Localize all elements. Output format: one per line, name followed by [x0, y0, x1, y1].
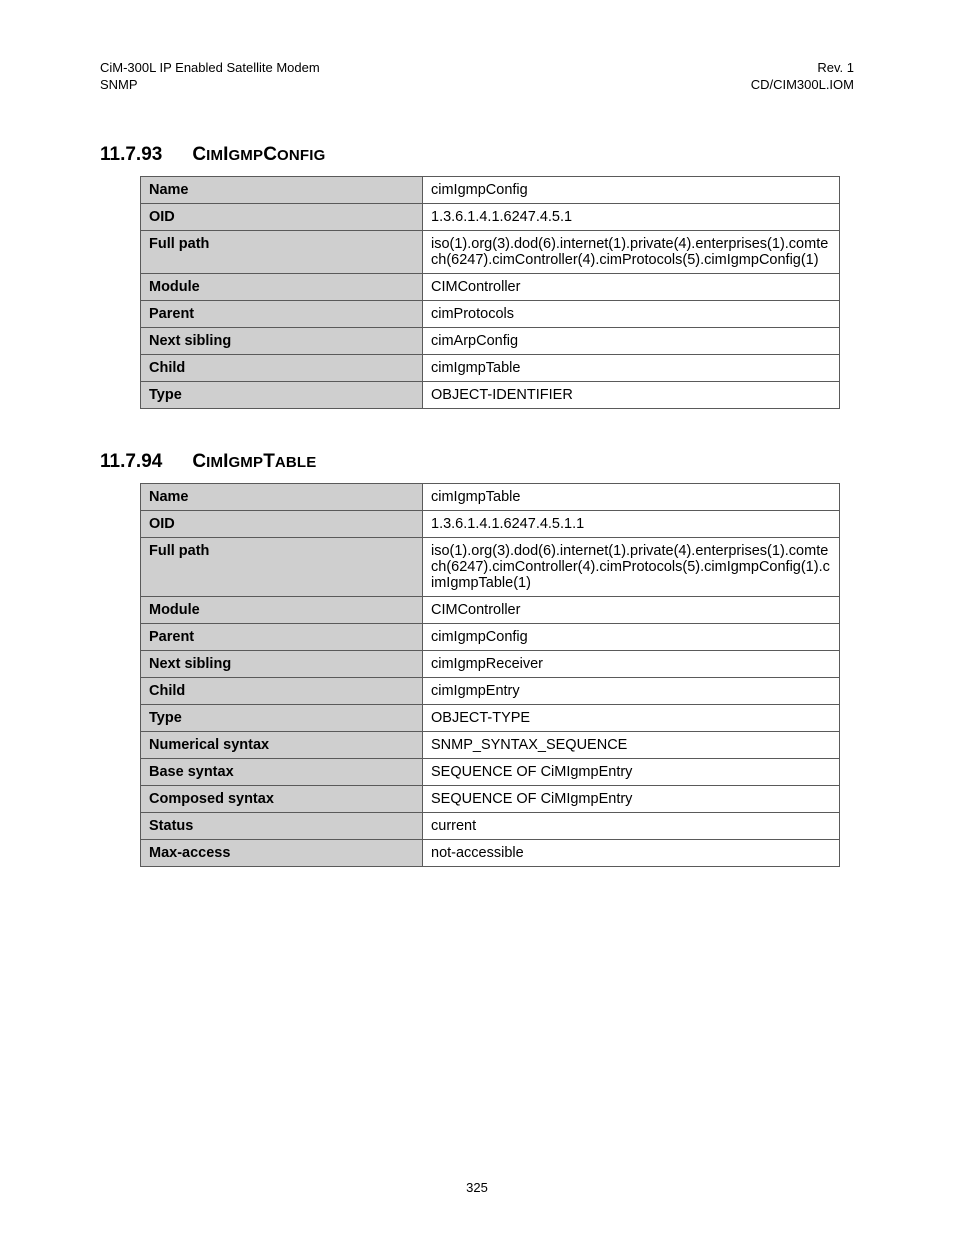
header-right: Rev. 1 CD/CIM300L.IOM	[751, 60, 854, 94]
table-row: Max-accessnot-accessible	[141, 839, 840, 866]
row-value: cimArpConfig	[423, 327, 840, 354]
header-title-line2: SNMP	[100, 77, 320, 94]
row-label: Name	[141, 483, 423, 510]
header-docid: CD/CIM300L.IOM	[751, 77, 854, 94]
table-row: NamecimIgmpConfig	[141, 176, 840, 203]
row-value: 1.3.6.1.4.1.6247.4.5.1.1	[423, 510, 840, 537]
table-row: ParentcimIgmpConfig	[141, 623, 840, 650]
page-number: 325	[0, 1180, 954, 1195]
table-row: TypeOBJECT-TYPE	[141, 704, 840, 731]
table-row: Next siblingcimIgmpReceiver	[141, 650, 840, 677]
row-label: OID	[141, 510, 423, 537]
row-value: current	[423, 812, 840, 839]
table-row: Full pathiso(1).org(3).dod(6).internet(1…	[141, 230, 840, 273]
row-label: Name	[141, 176, 423, 203]
table-row: Numerical syntaxSNMP_SYNTAX_SEQUENCE	[141, 731, 840, 758]
row-value: SNMP_SYNTAX_SEQUENCE	[423, 731, 840, 758]
row-label: Parent	[141, 623, 423, 650]
row-value: OBJECT-TYPE	[423, 704, 840, 731]
data-table: NamecimIgmpTable OID1.3.6.1.4.1.6247.4.5…	[140, 483, 840, 867]
table-body: NamecimIgmpTable OID1.3.6.1.4.1.6247.4.5…	[141, 483, 840, 866]
row-value: SEQUENCE OF CiMIgmpEntry	[423, 758, 840, 785]
row-value: not-accessible	[423, 839, 840, 866]
header-rev: Rev. 1	[751, 60, 854, 77]
row-label: Type	[141, 381, 423, 408]
row-value: cimIgmpConfig	[423, 176, 840, 203]
row-value: SEQUENCE OF CiMIgmpEntry	[423, 785, 840, 812]
header-left: CiM-300L IP Enabled Satellite Modem SNMP	[100, 60, 320, 94]
page: CiM-300L IP Enabled Satellite Modem SNMP…	[0, 0, 954, 1235]
table-row: ModuleCIMController	[141, 273, 840, 300]
row-value: cimIgmpTable	[423, 354, 840, 381]
table-row: Next siblingcimArpConfig	[141, 327, 840, 354]
row-value: cimIgmpReceiver	[423, 650, 840, 677]
row-label: Base syntax	[141, 758, 423, 785]
row-label: Child	[141, 677, 423, 704]
row-label: Full path	[141, 230, 423, 273]
row-value: 1.3.6.1.4.1.6247.4.5.1	[423, 203, 840, 230]
row-value: cimIgmpEntry	[423, 677, 840, 704]
row-value: iso(1).org(3).dod(6).internet(1).private…	[423, 230, 840, 273]
row-label: Type	[141, 704, 423, 731]
row-value: cimProtocols	[423, 300, 840, 327]
row-label: Max-access	[141, 839, 423, 866]
table-row: NamecimIgmpTable	[141, 483, 840, 510]
row-label: Composed syntax	[141, 785, 423, 812]
row-value: CIMController	[423, 273, 840, 300]
data-table: NamecimIgmpConfig OID1.3.6.1.4.1.6247.4.…	[140, 176, 840, 409]
row-label: Status	[141, 812, 423, 839]
table-row: ChildcimIgmpTable	[141, 354, 840, 381]
section-title: CIMIGMPTABLE	[192, 451, 316, 472]
page-header: CiM-300L IP Enabled Satellite Modem SNMP…	[100, 60, 854, 94]
table-row: ChildcimIgmpEntry	[141, 677, 840, 704]
row-label: Module	[141, 596, 423, 623]
section-heading: 11.7.93 CIMIGMPCONFIG	[100, 144, 854, 166]
table-row: TypeOBJECT-IDENTIFIER	[141, 381, 840, 408]
row-label: Numerical syntax	[141, 731, 423, 758]
table-row: Full pathiso(1).org(3).dod(6).internet(1…	[141, 537, 840, 596]
row-value: iso(1).org(3).dod(6).internet(1).private…	[423, 537, 840, 596]
table-row: ModuleCIMController	[141, 596, 840, 623]
row-label: Child	[141, 354, 423, 381]
table-row: Composed syntaxSEQUENCE OF CiMIgmpEntry	[141, 785, 840, 812]
section-number: 11.7.94	[100, 451, 162, 473]
row-label: Module	[141, 273, 423, 300]
row-value: cimIgmpConfig	[423, 623, 840, 650]
table-row: ParentcimProtocols	[141, 300, 840, 327]
table-body: NamecimIgmpConfig OID1.3.6.1.4.1.6247.4.…	[141, 176, 840, 408]
row-label: Next sibling	[141, 650, 423, 677]
row-value: CIMController	[423, 596, 840, 623]
row-label: Parent	[141, 300, 423, 327]
table-row: OID1.3.6.1.4.1.6247.4.5.1.1	[141, 510, 840, 537]
row-label: Next sibling	[141, 327, 423, 354]
row-value: cimIgmpTable	[423, 483, 840, 510]
header-title-line1: CiM-300L IP Enabled Satellite Modem	[100, 60, 320, 77]
row-label: OID	[141, 203, 423, 230]
section-title: CIMIGMPCONFIG	[192, 144, 325, 165]
table-row: OID1.3.6.1.4.1.6247.4.5.1	[141, 203, 840, 230]
section-heading: 11.7.94 CIMIGMPTABLE	[100, 451, 854, 473]
row-value: OBJECT-IDENTIFIER	[423, 381, 840, 408]
table-row: Base syntaxSEQUENCE OF CiMIgmpEntry	[141, 758, 840, 785]
section-number: 11.7.93	[100, 144, 162, 166]
table-row: Statuscurrent	[141, 812, 840, 839]
row-label: Full path	[141, 537, 423, 596]
